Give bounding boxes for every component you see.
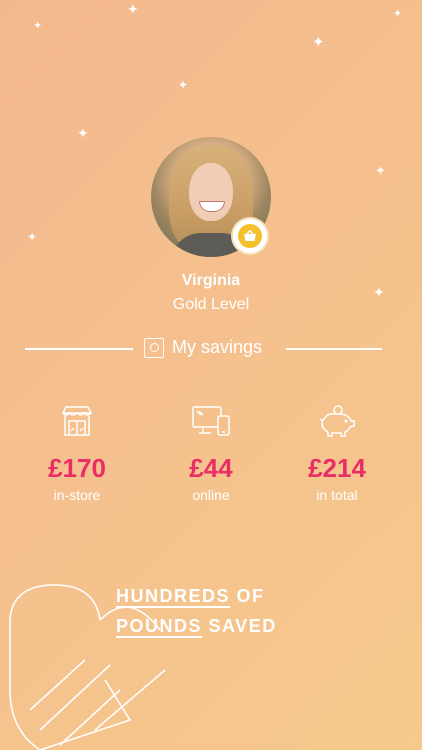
stat-value: £214 — [308, 453, 366, 483]
sparkle-icon: ✦ — [77, 126, 89, 142]
piggy-bank-icon — [272, 404, 402, 438]
savings-section-header: My savings — [25, 337, 382, 361]
stat-online: £44 online — [146, 404, 276, 503]
basket-icon — [238, 224, 262, 248]
promo-text: SAVED — [202, 616, 277, 636]
stat-in-store: £170 in-store — [12, 404, 142, 503]
storefront-icon — [12, 404, 142, 438]
divider-line — [25, 348, 133, 350]
sparkle-icon: ✦ — [375, 164, 386, 179]
sparkle-icon: ✦ — [127, 2, 139, 18]
promo-emphasis: HUNDREDS — [116, 586, 231, 606]
profile-level: Gold Level — [172, 296, 250, 313]
gold-level-badge — [233, 219, 267, 253]
divider-line — [286, 348, 382, 350]
stat-value: £44 — [189, 453, 233, 483]
promo-text: OF — [230, 586, 265, 606]
sparkle-icon: ✦ — [393, 7, 403, 20]
savings-title: My savings — [172, 337, 263, 357]
stat-value: £170 — [48, 453, 106, 483]
sparkle-icon: ✦ — [27, 230, 38, 244]
stat-label: in total — [316, 487, 358, 503]
profile-avatar[interactable] — [151, 137, 271, 257]
stat-label: online — [192, 487, 230, 503]
devices-icon — [146, 404, 276, 438]
stat-label: in-store — [53, 487, 101, 503]
promo-emphasis: POUNDS — [116, 616, 203, 636]
savings-label: My savings — [144, 337, 262, 358]
profile-name: Virginia — [181, 272, 241, 289]
stat-in-total: £214 in total — [272, 404, 402, 503]
sparkle-icon: ✦ — [312, 33, 325, 51]
safe-icon — [144, 337, 164, 358]
promo-headline: HUNDREDS OF POUNDS SAVED — [116, 581, 277, 641]
sparkle-icon: ✦ — [178, 78, 189, 92]
sparkle-icon: ✦ — [33, 19, 43, 32]
